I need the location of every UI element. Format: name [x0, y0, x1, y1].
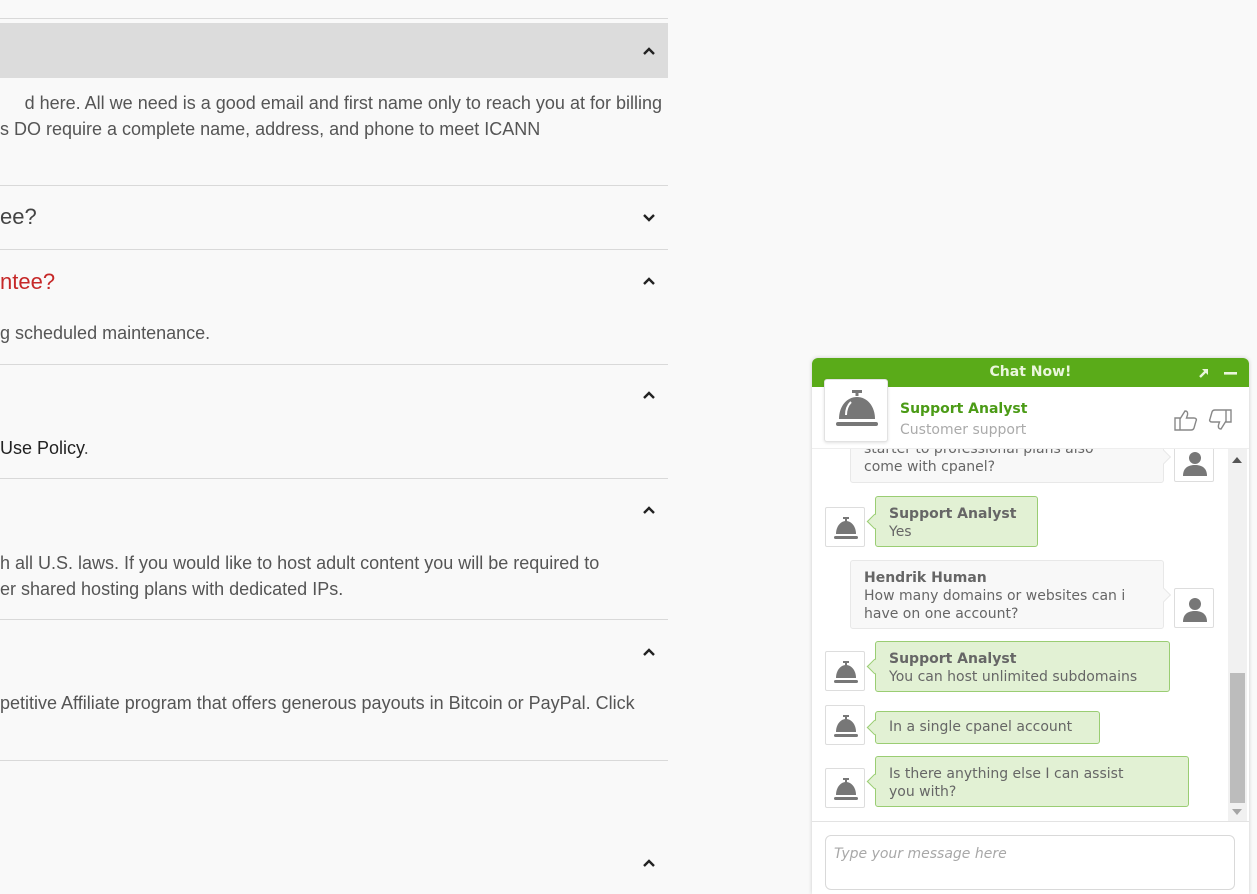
service-bell-icon: [834, 715, 858, 737]
agent-info-bar: Support Analyst Customer support: [812, 379, 1249, 449]
chat-title: Chat Now!: [989, 364, 1072, 380]
message-bubble: Hendrik Human How many domains or websit…: [850, 560, 1164, 629]
chat-scrollbar[interactable]: [1228, 449, 1247, 821]
scroll-up-arrow-icon[interactable]: [1232, 457, 1242, 463]
faq-item-header[interactable]: [0, 761, 668, 894]
message-text: Yes: [889, 524, 912, 540]
message-text: How many domains or websites can i: [864, 588, 1126, 604]
agent-avatar-small: [825, 507, 865, 547]
faq-item-header[interactable]: ntee?: [0, 250, 668, 312]
user-avatar: [1174, 449, 1214, 482]
chevron-up-icon[interactable]: [642, 274, 656, 288]
message-text: starter to professional plans also: [864, 449, 1094, 457]
thumbs-up-icon[interactable]: [1174, 409, 1198, 431]
chevron-up-icon[interactable]: [642, 44, 656, 58]
answer-line: h all U.S. laws. If you would like to ho…: [0, 553, 600, 573]
message-bubble: starter to professional plans also come …: [850, 449, 1164, 483]
faq-divider: [0, 18, 668, 19]
chat-widget: Chat Now! Support Analyst Customer suppo…: [812, 358, 1249, 894]
faq-item-header[interactable]: [0, 23, 668, 78]
service-bell-icon: [836, 390, 878, 426]
faq-item-header[interactable]: [0, 365, 668, 425]
message-text: have on one account?: [864, 606, 1019, 622]
chevron-up-icon[interactable]: [642, 645, 656, 659]
message-bubble: Support Analyst You can host unlimited s…: [875, 641, 1170, 692]
service-bell-icon: [834, 778, 858, 800]
faq-item-answer: Use Policy.: [0, 435, 89, 461]
faq-question[interactable]: ee?: [0, 204, 37, 230]
chevron-down-icon[interactable]: [642, 210, 656, 224]
faq-item-header[interactable]: [0, 620, 668, 682]
message-text: Is there anything else I can assist: [889, 766, 1124, 782]
chevron-up-icon[interactable]: [642, 856, 656, 870]
minus-icon[interactable]: [1223, 365, 1239, 381]
message-bubble: In a single cpanel account: [875, 711, 1100, 744]
answer-line: d here. All we need is a good email and …: [24, 93, 662, 113]
scroll-down-arrow-icon[interactable]: [1232, 809, 1242, 815]
user-silhouette-icon: [1183, 452, 1207, 476]
faq-item-header[interactable]: [0, 479, 668, 541]
agent-avatar-small: [825, 768, 865, 808]
message-text: In a single cpanel account: [889, 719, 1073, 735]
message-text: come with cpanel?: [864, 459, 996, 475]
arrow-up-right-icon[interactable]: [1196, 365, 1212, 381]
answer-line: s DO require a complete name, address, a…: [0, 119, 541, 139]
message-sender: Support Analyst: [889, 651, 1017, 667]
agent-avatar-small: [825, 651, 865, 691]
faq-accordion: d here. All we need is a good email and …: [0, 0, 668, 894]
agent-role: Customer support: [900, 422, 1027, 438]
faq-item-answer: petitive Affiliate program that offers g…: [0, 693, 635, 713]
user-silhouette-icon: [1183, 598, 1207, 622]
service-bell-icon: [834, 661, 858, 683]
faq-item-header[interactable]: ee?: [0, 186, 668, 249]
answer-line: er shared hosting plans with dedicated I…: [0, 579, 344, 599]
faq-item-answer: g scheduled maintenance.: [0, 323, 211, 343]
agent-name: Support Analyst: [900, 401, 1028, 417]
message-text: You can host unlimited subdomains: [889, 669, 1138, 685]
acceptable-use-policy-link[interactable]: Use Policy: [0, 438, 84, 458]
service-bell-icon: [834, 517, 858, 539]
message-text: you with?: [889, 784, 957, 800]
scrollbar-thumb[interactable]: [1230, 673, 1245, 803]
message-bubble: Support Analyst Yes: [875, 496, 1038, 547]
chat-message-list: starter to professional plans also come …: [812, 449, 1249, 821]
chevron-up-icon[interactable]: [642, 503, 656, 517]
message-sender: Hendrik Human: [864, 570, 987, 586]
faq-question[interactable]: ntee?: [0, 269, 55, 295]
answer-suffix: .: [83, 438, 89, 458]
chat-composer: [812, 821, 1249, 894]
thumbs-down-icon[interactable]: [1208, 409, 1232, 431]
agent-avatar: [824, 379, 888, 442]
agent-avatar-small: [825, 705, 865, 745]
faq-item-answer: d here. All we need is a good email and …: [0, 90, 668, 150]
user-avatar: [1174, 588, 1214, 628]
message-input[interactable]: [825, 835, 1235, 890]
message-bubble: Is there anything else I can assist you …: [875, 756, 1189, 807]
message-sender: Support Analyst: [889, 506, 1017, 522]
chevron-up-icon[interactable]: [642, 388, 656, 402]
faq-item-answer: h all U.S. laws. If you would like to ho…: [0, 550, 599, 602]
